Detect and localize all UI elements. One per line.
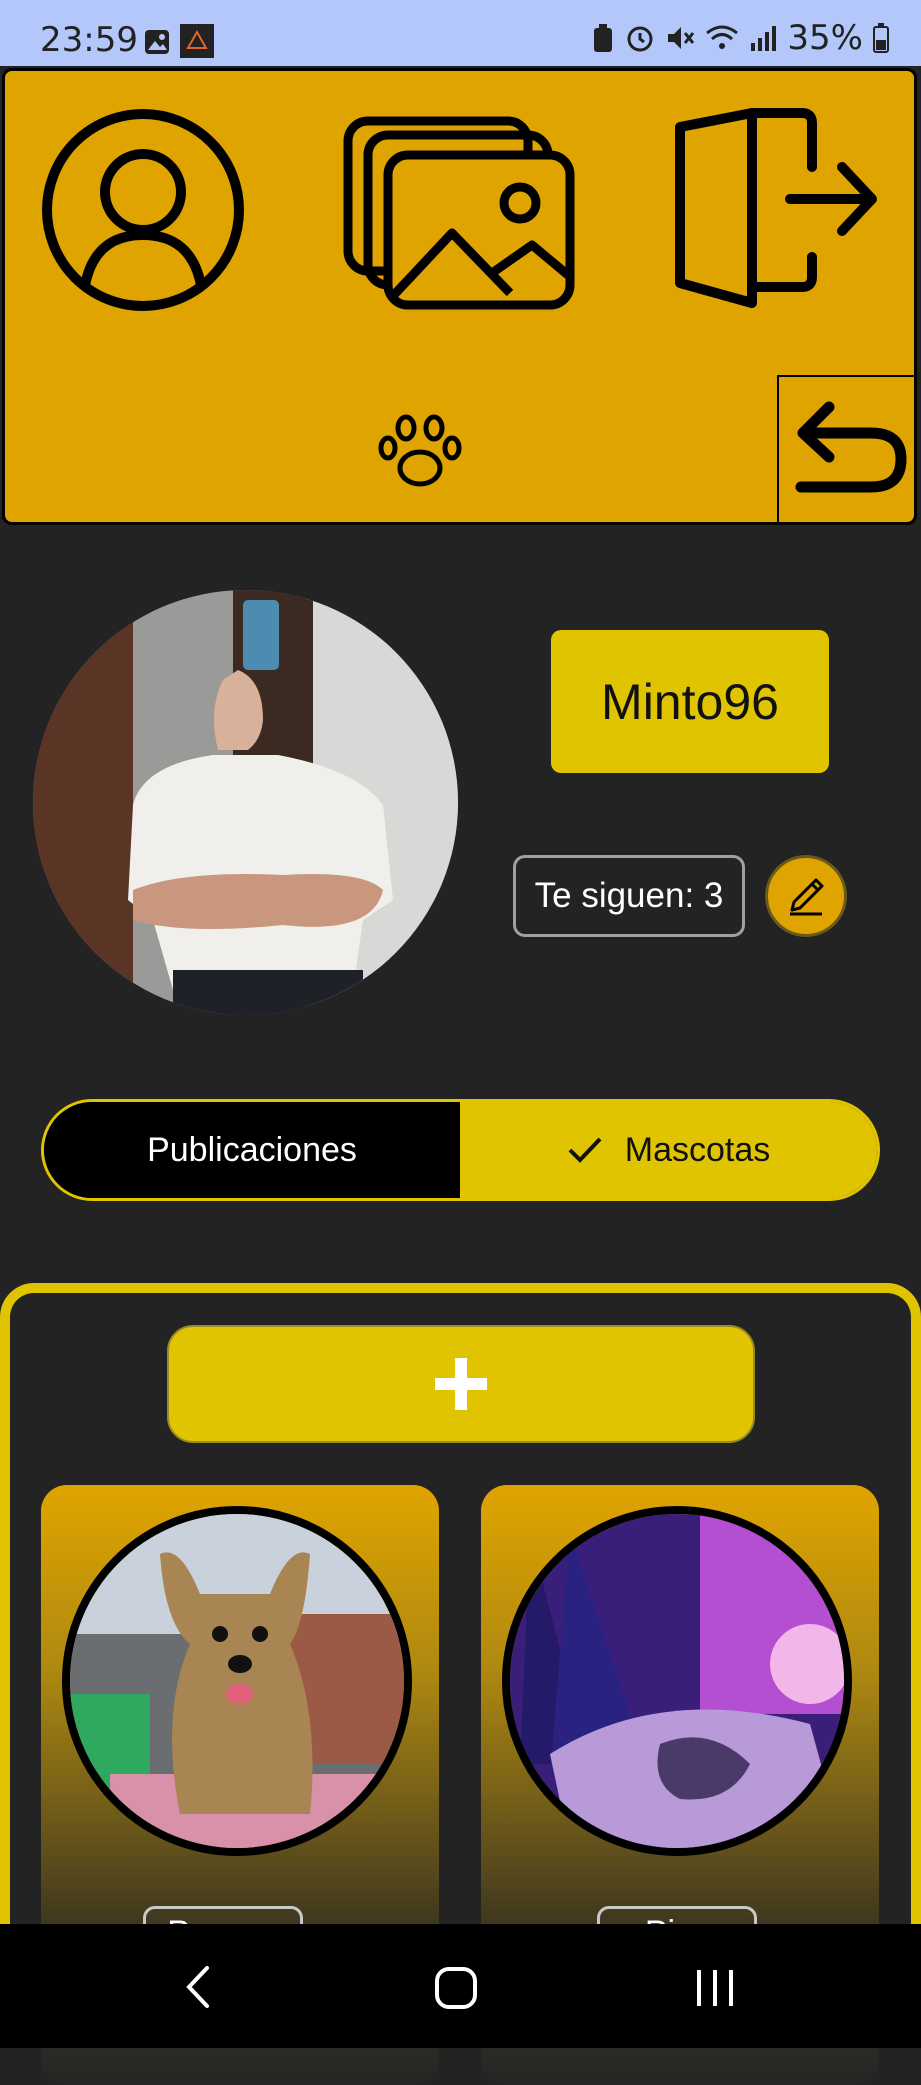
gallery-icon[interactable]: [342, 115, 578, 311]
paw-icon[interactable]: [378, 412, 462, 490]
recents-nav-icon[interactable]: [694, 1968, 736, 2008]
pet-photo: [62, 1506, 412, 1856]
tab-pets[interactable]: Mascotas: [460, 1102, 877, 1198]
tab-publications[interactable]: Publicaciones: [44, 1102, 460, 1198]
home-nav-icon[interactable]: [434, 1966, 478, 2010]
tab-toggle: Publicaciones Mascotas: [41, 1099, 880, 1201]
status-time: 23:59: [40, 20, 138, 60]
wifi-icon: [706, 25, 739, 49]
tab-publications-label: Publicaciones: [147, 1130, 357, 1169]
alarm-icon: [627, 26, 653, 52]
edit-profile-button[interactable]: [765, 855, 847, 937]
profile-icon[interactable]: [40, 107, 246, 313]
check-icon: [568, 1137, 602, 1163]
plus-icon: [435, 1358, 487, 1410]
logout-icon[interactable]: [672, 107, 882, 317]
pet-photo: [502, 1506, 852, 1856]
gallery-icon: [145, 30, 169, 54]
back-icon: [795, 401, 907, 493]
avatar: [33, 590, 458, 1015]
followers-count[interactable]: Te siguen: 3: [513, 855, 745, 937]
add-pet-button[interactable]: [167, 1325, 755, 1443]
status-icons: 35%: [591, 18, 889, 58]
navigation-bar: [0, 1924, 921, 2048]
battery-percent: 35%: [787, 18, 863, 58]
pencil-icon: [790, 878, 824, 916]
back-nav-icon[interactable]: [183, 1964, 213, 2010]
tab-pets-label: Mascotas: [624, 1130, 771, 1169]
profile-photo: [33, 590, 458, 1015]
username: Minto96: [551, 630, 829, 773]
battery-icon: [873, 23, 889, 53]
back-button[interactable]: [777, 375, 917, 525]
battery-saver-icon: [594, 24, 613, 52]
signal-icon: [751, 26, 777, 51]
app-notification-icon: [180, 24, 214, 58]
dog-photo: [70, 1514, 404, 1848]
cat-photo: [510, 1514, 844, 1848]
mute-icon: [668, 27, 695, 49]
